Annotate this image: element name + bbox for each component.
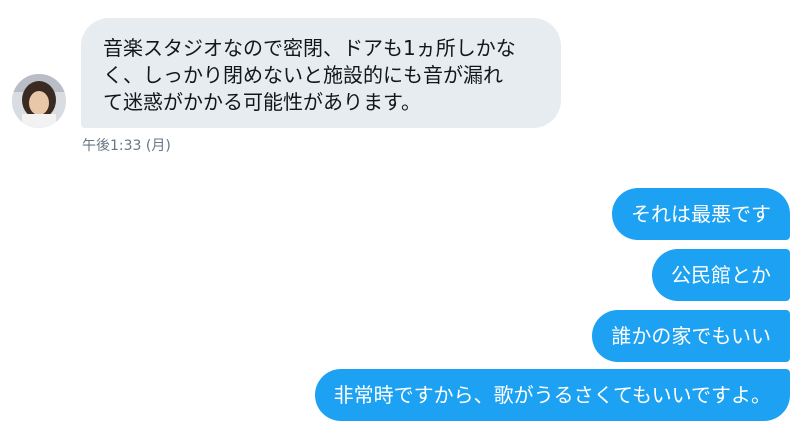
outgoing-message: 誰かの家でもいい bbox=[592, 310, 790, 362]
outgoing-message: 非常時ですから、歌がうるさくてもいいですよ。 bbox=[314, 369, 790, 421]
avatar[interactable] bbox=[12, 74, 66, 128]
user-photo-icon bbox=[12, 74, 66, 128]
outgoing-message: それは最悪です bbox=[612, 188, 790, 240]
outgoing-message: 公民館とか bbox=[652, 249, 790, 301]
incoming-message: 音楽スタジオなので密閉、ドアも1ヵ所しかな く、しっかり閉めないと施設的にも音が… bbox=[81, 18, 561, 128]
message-timestamp: 午後1:33 (月) bbox=[82, 138, 171, 154]
